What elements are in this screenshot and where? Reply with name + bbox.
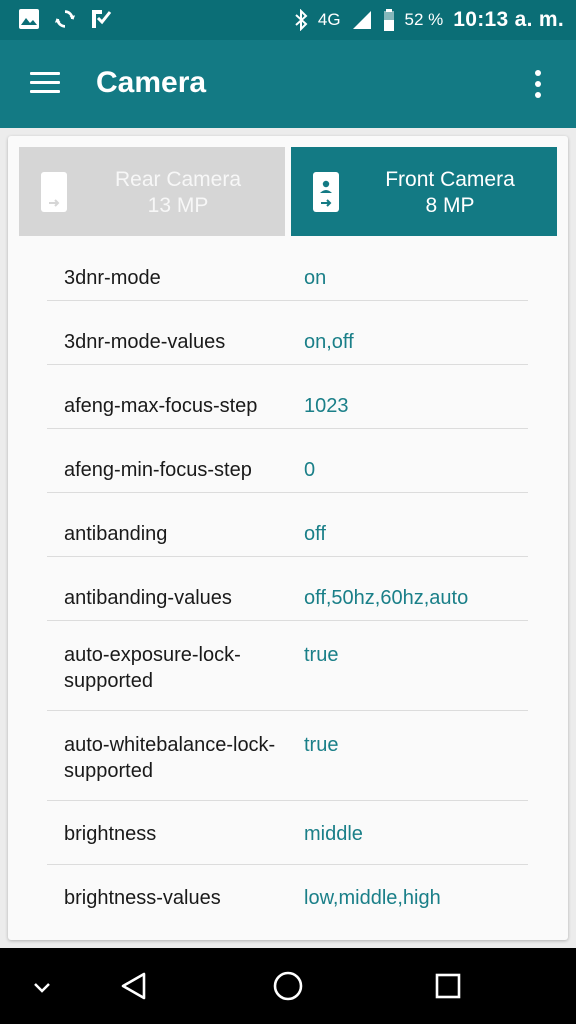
battery-icon bbox=[383, 9, 394, 31]
tab-rear-label: Rear Camera bbox=[114, 168, 242, 191]
clock: 10:13 a. m. bbox=[453, 8, 564, 31]
property-value: true bbox=[304, 644, 339, 666]
property-name: auto-exposure-lock-supported bbox=[64, 644, 241, 692]
collapse-icon[interactable] bbox=[24, 968, 64, 1004]
rear-camera-icon bbox=[41, 172, 67, 212]
image-icon bbox=[19, 9, 39, 29]
status-bar: 4G 52 % 10:13 a. m. bbox=[0, 0, 576, 40]
property-value: on bbox=[304, 267, 327, 289]
properties-list: 3dnr-mode on 3dnr-mode-values on,off afe… bbox=[8, 236, 568, 928]
property-row[interactable]: auto-exposure-lock-supported true bbox=[8, 620, 568, 711]
property-name: auto-whitebalance-lock-supported bbox=[64, 734, 276, 782]
home-icon[interactable] bbox=[268, 968, 308, 1004]
signal-icon bbox=[352, 11, 371, 29]
more-options-button[interactable] bbox=[520, 64, 554, 104]
property-value: 1023 bbox=[304, 395, 349, 417]
property-name: antibanding-values bbox=[64, 587, 232, 609]
tab-rear-sub: 13 MP bbox=[147, 194, 209, 217]
flipboard-icon bbox=[92, 10, 112, 28]
property-value: off bbox=[304, 523, 326, 545]
property-name: brightness bbox=[64, 823, 157, 845]
property-value: off,50hz,60hz,auto bbox=[304, 587, 469, 609]
property-row[interactable]: afeng-min-focus-step 0 bbox=[8, 428, 568, 493]
property-name: 3dnr-mode-values bbox=[64, 331, 226, 353]
property-row[interactable]: brightness-values low,middle,high bbox=[8, 864, 568, 928]
navigation-bar bbox=[0, 948, 576, 1024]
property-row[interactable]: 3dnr-mode on bbox=[8, 236, 568, 301]
property-value: 0 bbox=[304, 459, 316, 481]
property-name: antibanding bbox=[64, 523, 168, 545]
camera-card: Rear Camera 13 MP Front Camera 8 MP 3dnr… bbox=[8, 136, 568, 940]
page-title: Camera bbox=[96, 66, 207, 99]
property-value: low,middle,high bbox=[304, 887, 441, 909]
property-name: afeng-max-focus-step bbox=[64, 395, 258, 417]
recents-icon[interactable] bbox=[428, 968, 468, 1004]
property-name: afeng-min-focus-step bbox=[64, 459, 252, 481]
network-type: 4G bbox=[317, 10, 341, 29]
property-row[interactable]: 3dnr-mode-values on,off bbox=[8, 300, 568, 365]
back-icon[interactable] bbox=[114, 968, 154, 1004]
property-name: brightness-values bbox=[64, 887, 221, 909]
property-row[interactable]: afeng-max-focus-step 1023 bbox=[8, 364, 568, 429]
battery-percent: 52 % bbox=[404, 10, 444, 29]
tab-front-label: Front Camera bbox=[385, 168, 515, 191]
bluetooth-icon bbox=[295, 9, 308, 31]
sync-icon bbox=[54, 10, 76, 28]
property-row[interactable]: antibanding-values off,50hz,60hz,auto bbox=[8, 556, 568, 621]
app-bar: Camera bbox=[0, 40, 576, 128]
property-name: 3dnr-mode bbox=[64, 267, 161, 289]
more-vert-icon bbox=[535, 70, 541, 76]
property-value: true bbox=[304, 734, 339, 756]
tab-front-camera[interactable]: Front Camera 8 MP bbox=[291, 147, 557, 236]
property-row[interactable]: brightness middle bbox=[8, 800, 568, 865]
property-row[interactable]: antibanding off bbox=[8, 492, 568, 557]
menu-icon bbox=[30, 72, 60, 75]
tab-front-sub: 8 MP bbox=[425, 194, 475, 217]
property-row[interactable]: auto-whitebalance-lock-supported true bbox=[8, 710, 568, 801]
front-camera-icon bbox=[313, 172, 339, 212]
property-value: middle bbox=[304, 823, 363, 845]
menu-button[interactable] bbox=[28, 70, 62, 96]
tab-rear-camera[interactable]: Rear Camera 13 MP bbox=[19, 147, 285, 236]
property-value: on,off bbox=[304, 331, 354, 353]
